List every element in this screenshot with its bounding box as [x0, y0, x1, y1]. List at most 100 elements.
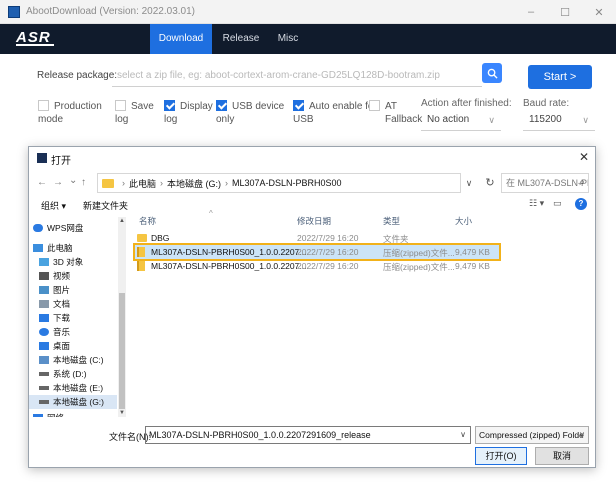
forward-arrow-icon[interactable]: → — [53, 177, 63, 188]
cloud-icon — [33, 224, 43, 232]
up-arrow-icon[interactable]: ↑ — [81, 177, 86, 188]
address-bar[interactable]: › 此电脑 › 本地磁盘 (G:) › ML307A-DSLN-PBRH0S00 — [97, 173, 461, 193]
scroll-up-icon[interactable]: ▲ — [118, 217, 126, 225]
nav-item-network[interactable]: 网络 — [33, 411, 64, 417]
browse-button[interactable] — [482, 63, 502, 83]
nav-item-wps[interactable]: WPS网盘 — [33, 221, 83, 235]
network-icon — [33, 414, 43, 417]
column-type[interactable]: 类型 — [383, 215, 400, 227]
nav-item-drive-c[interactable]: 本地磁盘 (C:) — [39, 353, 104, 367]
back-arrow-icon[interactable]: ← — [37, 177, 47, 188]
address-dropdown-icon[interactable]: ∨ — [461, 173, 477, 193]
tab-release[interactable]: Release — [216, 24, 266, 54]
column-size[interactable]: 大小 — [455, 215, 472, 227]
sort-ascending-icon: ^ — [209, 209, 213, 218]
at-fallback-checkbox[interactable] — [369, 100, 380, 111]
selection-highlight — [133, 243, 501, 261]
nav-item-downloads[interactable]: 下载 — [39, 311, 70, 325]
auto-enable-usb-checkbox[interactable] — [293, 100, 304, 111]
release-package-input[interactable]: select a zip file, eg: aboot-cortext-aro… — [112, 65, 482, 87]
nav-item-music[interactable]: 音乐 — [39, 325, 70, 339]
usb-device-only-checkbox[interactable] — [216, 100, 227, 111]
app-titlebar: AbootDownload (Version: 2022.03.01) – ☐ … — [0, 0, 616, 24]
zip-file-icon — [137, 261, 145, 271]
scroll-thumb[interactable] — [119, 293, 125, 409]
nav-item-drive-d[interactable]: 系统 (D:) — [39, 367, 87, 381]
dialog-close-button[interactable]: ✕ — [579, 150, 589, 164]
folder-icon — [102, 178, 114, 188]
option-at-fallback[interactable]: AT Fallback — [369, 100, 422, 128]
option-display-log[interactable]: Display log — [164, 100, 214, 128]
video-icon — [39, 272, 49, 280]
option-production-mode[interactable]: Production mode — [38, 100, 110, 128]
address-row: ← → ⌄ ↑ › 此电脑 › 本地磁盘 (G:) › ML307A-DSLN-… — [29, 169, 595, 197]
after-finished-select[interactable]: No action ∨ — [421, 109, 501, 131]
scroll-down-icon[interactable]: ▼ — [118, 409, 126, 417]
document-icon — [39, 300, 49, 308]
baud-rate-select[interactable]: 115200 ∨ — [523, 109, 595, 131]
nav-item-this-pc[interactable]: 此电脑 — [33, 241, 73, 255]
minimize-button[interactable]: – — [514, 0, 548, 24]
chevron-down-icon: ∨ — [488, 115, 495, 125]
app-icon — [8, 5, 20, 18]
navigation-pane: WPS网盘 此电脑 3D 对象 视频 图片 文档 下载 音乐 桌面 本地磁盘 (… — [29, 217, 127, 417]
after-finished-label: Action after finished: — [421, 98, 512, 109]
close-button[interactable]: ✕ — [582, 0, 616, 24]
recent-dropdown-icon[interactable]: ⌄ — [69, 175, 77, 186]
download-icon — [39, 314, 49, 322]
nav-item-desktop[interactable]: 桌面 — [39, 339, 70, 353]
filename-input[interactable]: ML307A-DSLN-PBRH0S00_1.0.0.2207291609_re… — [145, 426, 471, 444]
cube-icon — [39, 258, 49, 266]
start-button[interactable]: Start > — [528, 65, 592, 89]
new-folder-button[interactable]: 新建文件夹 — [83, 199, 128, 212]
save-log-checkbox[interactable] — [115, 100, 126, 111]
open-button[interactable]: 打开(O) — [475, 447, 527, 465]
desktop-icon — [39, 342, 49, 350]
dialog-app-icon — [37, 153, 47, 163]
nav-item-3d[interactable]: 3D 对象 — [39, 255, 83, 269]
display-log-checkbox[interactable] — [164, 100, 175, 111]
asr-logo: ASR — [16, 29, 54, 48]
folder-search-input[interactable]: 在 ML307A-DSLN-PBRH0S... ⌕ — [501, 173, 589, 193]
search-icon: ⌕ — [579, 177, 585, 188]
view-options-icon[interactable]: ☷ ▾ — [529, 198, 544, 209]
nav-item-drive-e[interactable]: 本地磁盘 (E:) — [39, 381, 103, 395]
navigation-scrollbar[interactable]: ▲ ▼ — [118, 217, 126, 417]
nav-item-drive-g[interactable]: 本地磁盘 (G:) — [29, 395, 117, 409]
breadcrumb-folder[interactable]: ML307A-DSLN-PBRH0S00 — [232, 178, 342, 188]
option-save-log[interactable]: Save log — [115, 100, 159, 128]
baud-rate-label: Baud rate: — [523, 98, 570, 109]
chevron-down-icon: ∨ — [582, 115, 589, 125]
file-open-dialog: 打开 ✕ ← → ⌄ ↑ › 此电脑 › 本地磁盘 (G:) › ML307A-… — [28, 146, 596, 468]
production-mode-checkbox[interactable] — [38, 100, 49, 111]
option-usb-device-only[interactable]: USB device only — [216, 100, 286, 128]
breadcrumb-drive-g[interactable]: 本地磁盘 (G:) — [167, 177, 221, 190]
column-date[interactable]: 修改日期 — [297, 215, 331, 227]
breadcrumb-this-pc[interactable]: 此电脑 — [129, 177, 156, 190]
chevron-down-icon: ∨ — [579, 430, 585, 439]
nav-item-documents[interactable]: 文档 — [39, 297, 70, 311]
column-name[interactable]: 名称 — [139, 215, 156, 227]
app-nav: ASR Download Release Misc — [0, 24, 616, 54]
drive-icon — [39, 372, 49, 376]
tab-misc[interactable]: Misc — [270, 24, 306, 54]
file-type-select[interactable]: Compressed (zipped) Folde ∨ — [475, 426, 589, 444]
file-list: 名称 ^ 修改日期 类型 大小 DBG 2022/7/29 16:20 文件夹 … — [129, 209, 593, 419]
release-package-label: Release package: — [37, 70, 118, 81]
refresh-icon[interactable]: ↻ — [481, 173, 499, 193]
config-panel: Release package: select a zip file, eg: … — [0, 54, 616, 136]
nav-item-pictures[interactable]: 图片 — [39, 283, 70, 297]
filename-row: 文件名(N): ML307A-DSLN-PBRH0S00_1.0.0.22072… — [29, 425, 595, 445]
cancel-button[interactable]: 取消 — [535, 447, 589, 465]
maximize-button[interactable]: ☐ — [548, 0, 582, 24]
preview-pane-icon[interactable]: ▭ — [553, 198, 562, 209]
tab-download[interactable]: Download — [150, 24, 212, 54]
picture-icon — [39, 286, 49, 294]
organize-button[interactable]: 组织 ▾ — [41, 199, 66, 212]
drive-icon — [39, 356, 49, 364]
filename-dropdown-icon[interactable]: ∨ — [455, 426, 471, 444]
nav-item-videos[interactable]: 视频 — [39, 269, 70, 283]
folder-icon — [137, 234, 147, 242]
option-auto-enable-usb[interactable]: Auto enable for USB — [293, 100, 377, 128]
file-row[interactable]: ML307A-DSLN-PBRH0S00_1.0.0.2207... 2022/… — [133, 259, 501, 273]
